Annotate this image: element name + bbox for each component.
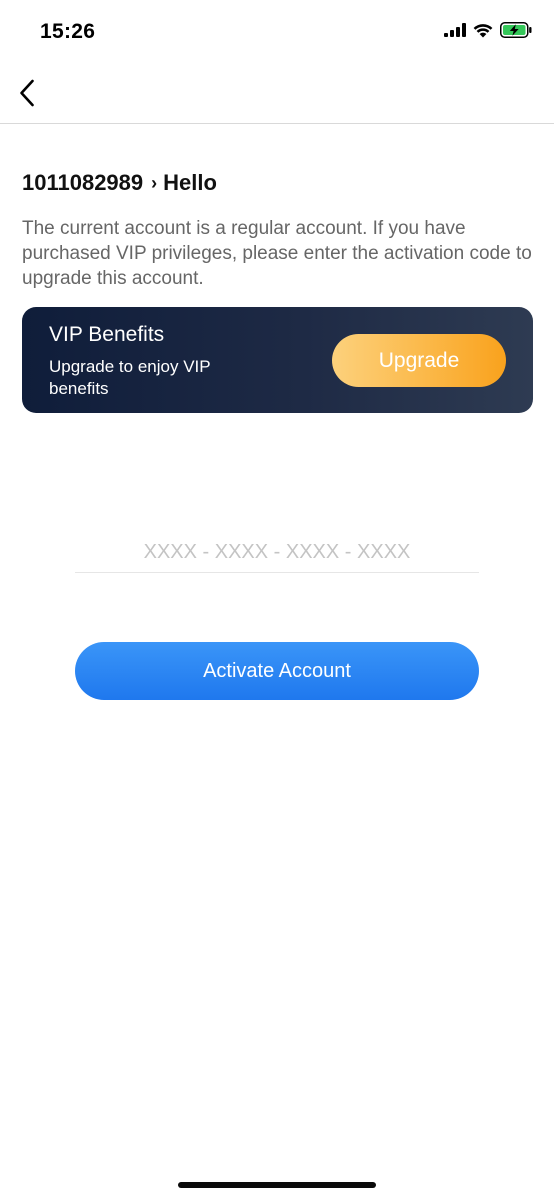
status-bar: 15:26 <box>0 0 554 64</box>
cellular-signal-icon <box>444 23 466 42</box>
status-icons <box>444 22 532 43</box>
vip-benefits-card: VIP Benefits Upgrade to enjoy VIP benefi… <box>22 307 533 413</box>
back-button[interactable] <box>12 76 42 110</box>
status-time: 15:26 <box>40 20 96 43</box>
vip-card-subtitle: Upgrade to enjoy VIP benefits <box>49 357 211 398</box>
chevron-left-icon <box>20 79 34 107</box>
account-greeting: 1011082989 › Hello <box>22 170 217 196</box>
home-indicator <box>178 1182 376 1188</box>
battery-charging-icon <box>500 22 532 43</box>
activation-code-input[interactable] <box>75 532 479 573</box>
account-id: 1011082989 <box>22 170 144 195</box>
greeting-separator: › <box>151 172 158 193</box>
wifi-icon <box>473 23 493 43</box>
greeting-text: Hello <box>163 170 217 195</box>
nav-bar <box>0 64 554 124</box>
activate-account-button[interactable]: Activate Account <box>75 642 479 700</box>
upgrade-button[interactable]: Upgrade <box>332 334 506 387</box>
account-description: The current account is a regular account… <box>22 218 532 289</box>
vip-card-title: VIP Benefits <box>49 323 165 346</box>
